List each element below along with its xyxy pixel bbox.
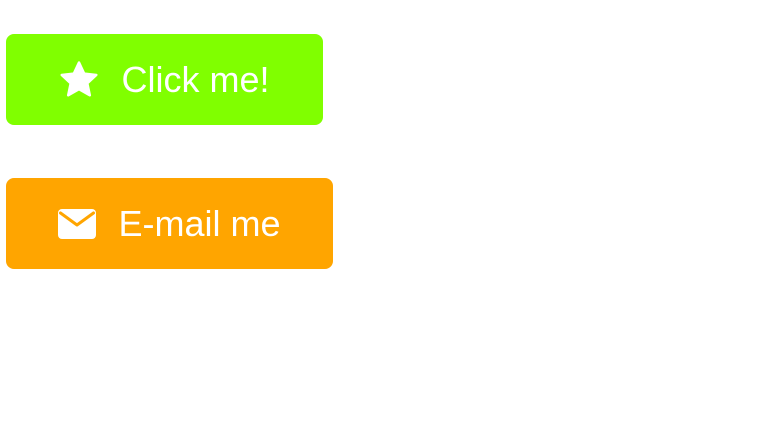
click-me-button[interactable]: Click me! xyxy=(6,34,323,125)
envelope-icon xyxy=(58,208,97,239)
star-icon xyxy=(59,60,99,100)
email-me-label: E-mail me xyxy=(118,202,281,244)
page: Click me! E-mail me xyxy=(0,0,765,426)
email-me-button[interactable]: E-mail me xyxy=(6,178,333,269)
click-me-label: Click me! xyxy=(121,58,270,100)
